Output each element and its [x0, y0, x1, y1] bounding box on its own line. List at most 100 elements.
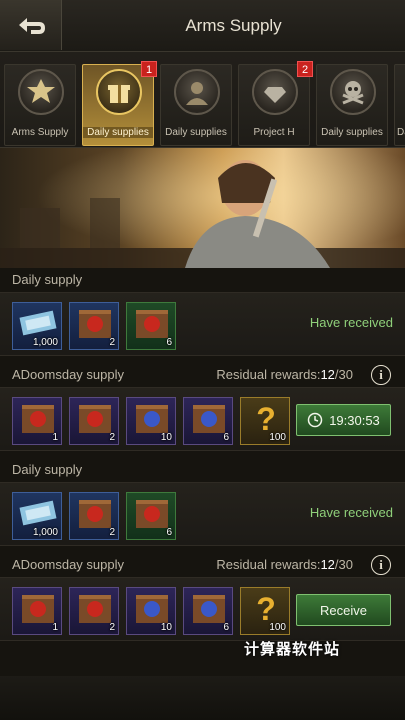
tab-strip: Arms Supply Daily supplies 1 Daily suppl… [0, 52, 405, 148]
countdown-timer-button[interactable]: 19:30:53 [296, 404, 391, 436]
notification-badge: 1 [141, 61, 157, 77]
tab-arms-supply[interactable]: Arms Supply [4, 64, 76, 146]
item-quantity: 1 [52, 432, 58, 443]
reward-item[interactable]: 6 [183, 587, 233, 635]
item-quantity: 6 [166, 527, 172, 538]
reward-item[interactable]: 10 [126, 397, 176, 445]
reward-item[interactable]: 1,000 [12, 302, 62, 350]
item-quantity: 10 [160, 622, 172, 633]
question-mark-icon: ? [256, 591, 276, 625]
tab-daily-supplies-1[interactable]: Daily supplies 1 [82, 61, 157, 146]
item-quantity: 6 [223, 432, 229, 443]
clock-icon [307, 412, 323, 428]
reward-item[interactable]: 6 [126, 492, 176, 540]
blue-crate-icon [193, 405, 225, 433]
back-arrow-icon [18, 18, 45, 34]
item-quantity: 6 [223, 622, 229, 633]
item-quantity: 6 [166, 337, 172, 348]
svg-text:?: ? [256, 401, 276, 435]
item-quantity: 10 [160, 432, 172, 443]
tab-daily-supplies-2[interactable]: Daily supplies [160, 64, 232, 146]
info-icon[interactable]: i [371, 555, 391, 575]
received-status: Have received [309, 315, 393, 330]
reward-item[interactable]: 2 [69, 397, 119, 445]
red-crate-icon [79, 595, 111, 623]
item-quantity: 2 [109, 527, 115, 538]
blue-crate-icon [136, 595, 168, 623]
skull-crossbones-icon [330, 69, 376, 115]
item-quantity: 1,000 [32, 337, 58, 348]
gift-box-icon [96, 69, 142, 115]
red-crate-icon [22, 405, 54, 433]
blue-crate-icon [136, 405, 168, 433]
tab-project-h[interactable]: Project H 2 [238, 61, 313, 146]
tab-label: Project H [253, 127, 295, 138]
item-quantity: 2 [109, 622, 115, 633]
reward-row: 1,000 2 6 Have received [0, 482, 405, 546]
red-crate-icon [136, 500, 168, 528]
reward-item[interactable]: 1 [12, 397, 62, 445]
countdown-text: 19:30:53 [329, 412, 380, 428]
tab-label: Arms Supply [11, 127, 69, 138]
reward-item[interactable]: ? 100 [240, 587, 290, 635]
reward-row: 1 2 10 6 ? 100 19:30:53 [0, 387, 405, 451]
receive-button[interactable]: Receive [296, 594, 391, 626]
section-title: ADoomsday supply [12, 557, 124, 572]
diamond-wreath-icon [252, 69, 298, 115]
item-quantity: 1 [52, 622, 58, 633]
reward-item[interactable]: 2 [69, 302, 119, 350]
tab-label: Da [397, 127, 405, 138]
residual-rewards: Residual rewards:12/30 [216, 557, 353, 572]
reward-row: 1,000 2 6 Have received [0, 292, 405, 356]
tab-daily-supplies-3[interactable]: Daily supplies [316, 64, 388, 146]
army-eagle-icon [18, 69, 64, 115]
section-title: Daily supply [12, 462, 83, 477]
item-quantity: 2 [109, 432, 115, 443]
header-bar: Arms Supply [0, 0, 405, 52]
item-quantity: 100 [269, 622, 286, 633]
section-header: Daily supply [0, 458, 405, 482]
item-quantity: 1,000 [32, 527, 58, 538]
red-crate-icon [79, 500, 111, 528]
red-crate-icon [79, 405, 111, 433]
reward-item[interactable]: 6 [126, 302, 176, 350]
tab-label: Daily supplies [165, 127, 227, 138]
svg-text:?: ? [256, 591, 276, 625]
section-header: ADoomsday supply Residual rewards:12/30 … [0, 363, 405, 387]
reward-item[interactable]: 1 [12, 587, 62, 635]
banner-scene-illustration [0, 160, 405, 268]
reward-item[interactable]: 6 [183, 397, 233, 445]
bottom-area [0, 676, 405, 720]
blue-crate-icon [193, 595, 225, 623]
section-header: ADoomsday supply Residual rewards:12/30 … [0, 553, 405, 577]
item-quantity: 2 [109, 337, 115, 348]
red-crate-icon [136, 310, 168, 338]
back-button[interactable] [0, 0, 62, 50]
ticket-icon [19, 500, 57, 526]
notification-badge: 2 [297, 61, 313, 77]
reward-item[interactable]: 2 [69, 492, 119, 540]
reward-row: 1 2 10 6 ? 100 Receive [0, 577, 405, 641]
page-title: Arms Supply [185, 16, 282, 35]
red-crate-icon [79, 310, 111, 338]
info-icon[interactable]: i [371, 365, 391, 385]
tab-label: Daily supplies [321, 127, 383, 138]
watermark-text: 计算器软件站 [244, 640, 341, 658]
question-mark-icon: ? [256, 401, 276, 435]
soldier-portrait-icon [174, 69, 220, 115]
section-header: Daily supply [0, 268, 405, 292]
tab-label: Daily supplies [83, 127, 153, 138]
section-title: Daily supply [12, 272, 83, 287]
residual-rewards: Residual rewards:12/30 [216, 367, 353, 382]
item-quantity: 100 [269, 432, 286, 443]
reward-item[interactable]: 1,000 [12, 492, 62, 540]
ticket-icon [19, 310, 57, 336]
reward-item[interactable]: 2 [69, 587, 119, 635]
section-title: ADoomsday supply [12, 367, 124, 382]
tab-partial[interactable]: Da [394, 64, 405, 146]
reward-item[interactable]: 10 [126, 587, 176, 635]
reward-item[interactable]: ? 100 [240, 397, 290, 445]
hero-banner [0, 148, 405, 268]
received-status: Have received [309, 505, 393, 520]
red-crate-icon [22, 595, 54, 623]
